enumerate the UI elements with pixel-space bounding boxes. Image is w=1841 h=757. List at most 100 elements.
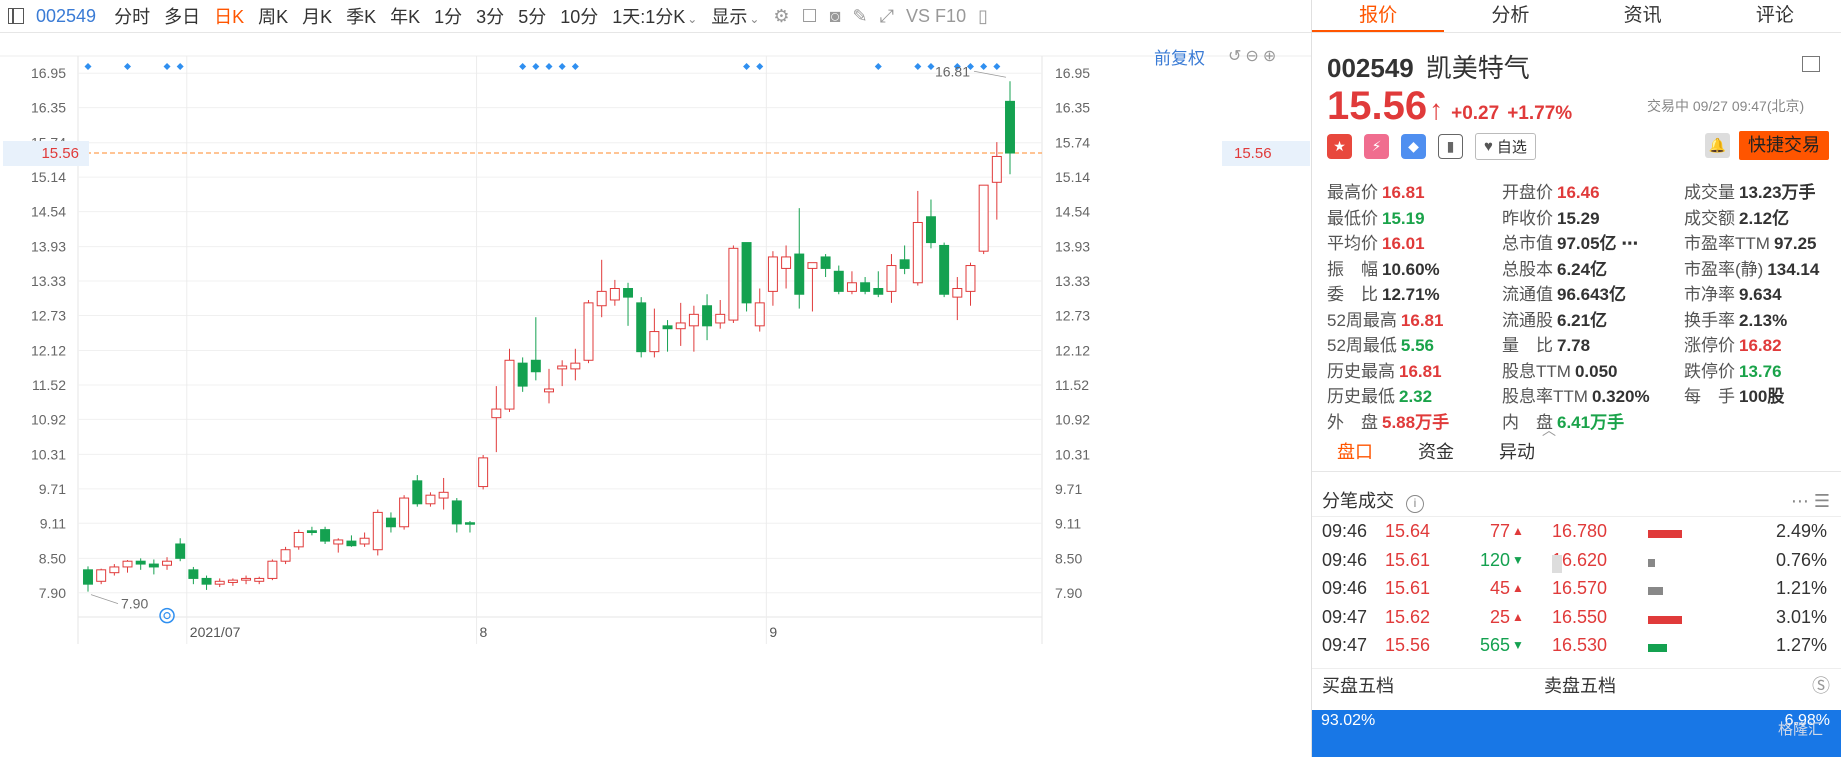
candle-body [399, 497, 410, 528]
triangle-up-icon: ▲ [1512, 581, 1524, 595]
stock-app: 002549 分时 多日 日K 周K 月K 季K 年K 1分 3分 5分 10分 1天:1分K ⌄ 显示… [0, 0, 1841, 757]
tick-volume: 565 [1479, 635, 1510, 655]
candle-body [214, 580, 225, 585]
quote-cell: 最高价 16.81 [1327, 180, 1502, 206]
compare-f10-button[interactable]: VS F10 [906, 6, 966, 27]
quote-value: 16.82 [1739, 336, 1782, 355]
menu-icon[interactable] [1802, 56, 1820, 72]
s-badge-icon[interactable]: Ⓢ [1812, 669, 1830, 704]
tick-time: 09:47 [1322, 606, 1368, 627]
candle-body [385, 517, 396, 528]
period-7[interactable]: 1分 [434, 7, 462, 27]
quote-label: 市盈率TTM [1684, 234, 1770, 253]
price-change: +0.27 [1451, 103, 1500, 124]
period-2[interactable]: 日K [214, 7, 244, 27]
tab-0[interactable]: 报价 [1312, 0, 1445, 32]
tag-icon[interactable]: ◆ [1401, 134, 1426, 159]
more-options-icon[interactable]: ⋯ ☰ [1791, 485, 1830, 517]
stock-header: 002549 凯美特气 [1327, 48, 1530, 85]
tick-volume: 45 [1489, 578, 1510, 598]
pencil-icon[interactable]: ✎ [853, 6, 868, 27]
trading-status: 交易中 09/27 09:47(北京) [1647, 98, 1805, 114]
quote-cell: 历史最高 16.81 [1327, 359, 1502, 385]
settings-icon[interactable]: ⚙ [773, 6, 789, 27]
quote-value: 2.12亿 [1739, 208, 1790, 228]
candle-body [873, 288, 884, 295]
lightning-icon[interactable]: ⚡ [1364, 134, 1389, 159]
tab-1[interactable]: 分析 [1444, 0, 1576, 32]
y-tick-label-left: 13.33 [31, 273, 66, 289]
quote-value: 5.56 [1400, 336, 1435, 355]
subtab-1[interactable]: 资金 [1418, 432, 1454, 471]
tab-2[interactable]: 资讯 [1577, 0, 1709, 32]
ticks-header: 分笔成交 i ⋯ ☰ [1312, 485, 1841, 517]
candle-body [754, 302, 765, 327]
quote-value: 100股 [1739, 387, 1785, 406]
period-5[interactable]: 季K [346, 7, 376, 27]
square-icon[interactable]: ☐ [802, 6, 818, 27]
candle-body [280, 549, 291, 562]
quote-cell: 流通股 6.21亿 [1502, 308, 1684, 334]
candle-body [833, 270, 844, 292]
info-icon[interactable]: i [1406, 495, 1424, 513]
period-8[interactable]: 3分 [476, 7, 504, 27]
quote-label: 最高价 [1327, 183, 1378, 202]
period-10[interactable]: 10分 [560, 7, 598, 27]
adjust-mode-link[interactable]: 前复权 [1154, 44, 1205, 69]
candle-body [609, 288, 620, 301]
tab-3[interactable]: 评论 [1709, 0, 1841, 32]
quote-cell: 换手率 2.13% [1684, 308, 1837, 334]
china-flag-icon[interactable]: ★ [1327, 134, 1352, 159]
tick-price: 15.56 [1385, 635, 1431, 655]
period-3[interactable]: 周K [258, 7, 288, 27]
bookmark-icon[interactable]: ▮ [1438, 134, 1463, 159]
stock-code-label[interactable]: 002549 [36, 6, 96, 27]
kline-svg[interactable]: 16.9516.9516.3516.3515.7415.7415.1415.14… [0, 34, 1311, 757]
y-tick-label-left: 8.50 [39, 550, 66, 566]
quote-value: 10.60% [1382, 259, 1440, 279]
tick-level-price: 16.550 [1552, 606, 1608, 627]
event-marker-icon [545, 63, 553, 70]
min-price-label: 7.90 [121, 596, 148, 612]
sidebar-toggle-icon[interactable] [8, 8, 24, 24]
x-tick-label: 9 [769, 624, 777, 640]
quote-value: 16.81 [1399, 361, 1442, 381]
period-1[interactable]: 多日 [164, 7, 200, 27]
subtab-0[interactable]: 盘口 [1337, 432, 1373, 471]
quote-value: 6.41万手 [1557, 412, 1625, 432]
layout-icon[interactable]: ▯ [978, 6, 988, 27]
fullscreen-icon[interactable]: ⤢ [880, 6, 894, 27]
y-tick-label-right: 13.93 [1055, 239, 1090, 255]
subtab-2[interactable]: 异动 [1499, 432, 1535, 471]
period-9[interactable]: 5分 [518, 7, 546, 27]
triangle-down-icon: ▼ [1512, 552, 1524, 567]
y-tick-label-right: 10.92 [1055, 411, 1090, 427]
event-marker-icon [914, 63, 922, 70]
candle-body [241, 577, 252, 581]
scrollbar-thumb[interactable] [1552, 555, 1562, 573]
camera-icon[interactable]: ◙ [830, 6, 841, 27]
quote-cell: 52周最低 5.56 [1327, 333, 1502, 359]
tick-percent: 1.21% [1775, 578, 1827, 598]
period-4[interactable]: 月K [302, 7, 332, 27]
tick-price: 15.61 [1385, 549, 1431, 570]
candle-body [860, 282, 871, 292]
min-leader-line [90, 594, 119, 605]
kline-chart[interactable]: 16.9516.9516.3516.3515.7415.7415.1415.14… [0, 34, 1311, 757]
quote-cell: 量 比 7.78 [1502, 333, 1684, 359]
quote-cell: 总市值 97.05亿 ⋯ [1502, 231, 1684, 257]
add-watchlist-button[interactable]: ♥ 自选 [1475, 133, 1536, 160]
candle-body [583, 302, 594, 361]
bell-icon[interactable]: 🔔 [1705, 133, 1730, 158]
ticks-list: 09:46 15.64 77 ▲ 16.780 2.49% 09:46 15.61 120 ▼ 16… [1312, 517, 1841, 660]
quick-trade-button[interactable]: 快捷交易 [1739, 131, 1829, 160]
chevron-down-icon[interactable]: ⌄ [687, 12, 697, 26]
period-0[interactable]: 分时 [114, 7, 150, 27]
chart-zoom-controls[interactable]: ↺⊖⊕ [1228, 46, 1280, 66]
candle-body [781, 256, 792, 269]
period-11[interactable]: 1天:1分K ⌄ [612, 7, 697, 27]
y-tick-label-right: 16.35 [1055, 100, 1090, 116]
period-6[interactable]: 年K [390, 7, 420, 27]
display-menu[interactable]: 显示 ⌄ [711, 3, 759, 29]
up-arrow-icon: ↑ [1429, 94, 1444, 125]
